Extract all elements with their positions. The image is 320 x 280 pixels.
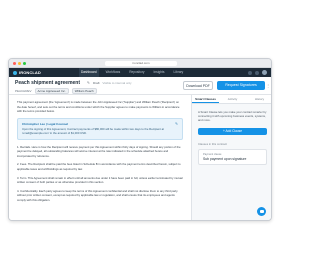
clause-title: Sub payment upon signature	[203, 156, 247, 161]
maximize-window-icon[interactable]	[23, 62, 26, 65]
party-meta: PEACHREV Acme Appleseed Inc. William Pea…	[15, 88, 97, 94]
nav-tab-workflows[interactable]: Workflows	[104, 68, 123, 77]
comment-text: Upon the signing of this Agreement, Cont…	[22, 126, 164, 136]
search-icon[interactable]	[248, 70, 252, 75]
nav-tabs: Dashboard Workflows Repository Insights …	[79, 68, 185, 77]
smart-clauses-panel: Smart Clauses Activity History A Smart C…	[191, 95, 271, 220]
party-a-pill[interactable]: Acme Appleseed Inc.	[34, 88, 69, 94]
clause-card[interactable]: Payment clause Sub payment upon signatur…	[198, 148, 267, 165]
download-pdf-button[interactable]: Download PDF	[183, 81, 213, 90]
clause-paragraph: 2. Fees. The Recipient shall be paid the…	[17, 162, 181, 171]
nav-right-actions	[248, 70, 267, 75]
status-hint: Visible to internal only	[102, 80, 132, 85]
tab-smart-clauses[interactable]: Smart Clauses	[192, 95, 219, 103]
status-badge: Draft Visible to internal only	[93, 81, 132, 85]
edit-comment-icon[interactable]: ✎	[175, 122, 178, 126]
party-b-pill[interactable]: William Peach	[71, 88, 97, 94]
clause-paragraph: 1. Recitals. Here is how the Recipient w…	[17, 144, 181, 158]
bell-icon[interactable]	[255, 70, 259, 75]
chat-icon	[259, 210, 264, 213]
panel-tabs: Smart Clauses Activity History	[192, 95, 271, 104]
comment-author: Christopher Lee | Legal Counsel	[22, 121, 69, 126]
browser-chrome: ironclad.com	[9, 59, 271, 68]
nav-tab-repository[interactable]: Repository	[127, 68, 146, 77]
browser-window: ironclad.com IRONCLAD Dashboard Workflow…	[8, 58, 272, 221]
clause-paragraph: 3. Term. This Agreement shall remain in …	[17, 175, 183, 185]
meta-prefix: PEACHREV	[15, 89, 32, 93]
intro-paragraph: This payment agreement (the 'Agreement')…	[17, 100, 180, 114]
minimize-window-icon[interactable]	[18, 62, 21, 65]
status-text: Draft	[93, 80, 100, 85]
clauses-section-label: Clauses in this contract	[198, 141, 227, 146]
more-options-icon[interactable]: ⋮	[266, 83, 270, 88]
panel-description: A Smart Clause lets you make your contra…	[198, 110, 267, 123]
nav-tab-library[interactable]: Library	[172, 68, 186, 77]
avatar[interactable]	[262, 70, 267, 75]
add-clause-button[interactable]: + Add Clause	[198, 127, 267, 135]
nav-tab-insights[interactable]: Insights	[152, 68, 167, 77]
edit-title-icon[interactable]: ✎	[87, 81, 90, 85]
document-body: This payment agreement (the 'Agreement')…	[9, 95, 191, 220]
nav-tab-dashboard[interactable]: Dashboard	[79, 68, 99, 77]
chat-button[interactable]	[257, 207, 266, 216]
address-bar[interactable]: ironclad.com	[105, 61, 177, 66]
close-window-icon[interactable]	[13, 62, 16, 65]
comment-box[interactable]: Christopher Lee | Legal Counsel Upon the…	[17, 117, 183, 140]
clause-paragraph: 4. Confidentiality. Each party agrees to…	[17, 188, 178, 202]
logo-icon	[13, 70, 17, 75]
tab-activity[interactable]: Activity	[219, 95, 246, 103]
clause-type: Payment clause	[203, 152, 222, 156]
logo-text: IRONCLAD	[19, 70, 41, 75]
tab-history[interactable]: History	[246, 95, 271, 103]
app-logo[interactable]: IRONCLAD	[13, 70, 41, 75]
panel-body: A Smart Clause lets you make your contra…	[192, 104, 271, 171]
document-title[interactable]: Peach shipment agreement	[15, 80, 80, 86]
app-navbar: IRONCLAD Dashboard Workflows Repository …	[9, 68, 271, 77]
request-signatures-button[interactable]: Request Signatures	[217, 81, 265, 90]
document-header: Peach shipment agreement ✎ Draft Visible…	[9, 77, 271, 95]
